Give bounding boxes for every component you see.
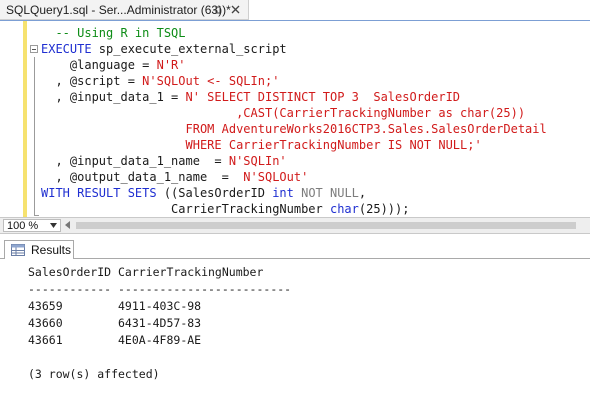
collapse-icon[interactable] — [30, 45, 38, 53]
chevron-down-icon — [50, 223, 57, 228]
code-token: ((SalesOrderID — [156, 186, 273, 200]
code-token: -- Using R in TSQL — [41, 26, 186, 40]
outline-guide — [34, 57, 35, 215]
code-line[interactable]: , @script = N'SQLOut <- SQLIn;' — [41, 73, 547, 89]
change-tracking-bar — [23, 21, 27, 217]
code-line[interactable]: -- Using R in TSQL — [41, 25, 547, 41]
code-token: , @input_data_1 = — [41, 90, 186, 104]
result-line: 43660 6431-4D57-83 — [28, 316, 202, 330]
code-token: (25))); — [358, 202, 410, 216]
code-token: , @script = — [41, 74, 143, 88]
code-line[interactable]: CarrierTrackingNumber char(25))); — [41, 201, 547, 217]
results-tab-strip: Results — [0, 234, 590, 259]
horizontal-scrollbar[interactable] — [64, 219, 584, 232]
result-line: 43659 4911-403C-98 — [28, 299, 202, 313]
code-token: , @input_data_1_name = — [41, 154, 229, 168]
code-line[interactable]: WITH RESULT SETS ((SalesOrderID int NOT … — [41, 185, 547, 201]
results-tab-divider — [0, 258, 4, 259]
code-token: char — [329, 202, 359, 216]
result-line: (3 row(s) affected) — [28, 367, 160, 381]
code-token: , @output_data_1_name = — [41, 170, 244, 184]
code-line[interactable]: FROM AdventureWorks2016CTP3.Sales.SalesO… — [41, 121, 547, 137]
query-tab[interactable]: SQLQuery1.sql - Ser...Administrator (63)… — [0, 0, 249, 20]
sql-code[interactable]: -- Using R in TSQL EXECUTE sp_execute_ext… — [41, 25, 547, 217]
tab-results[interactable]: Results — [4, 240, 74, 259]
results-tab-divider — [74, 258, 590, 259]
code-line[interactable]: , @input_data_1 = N' SELECT DISTINCT TOP… — [41, 89, 547, 105]
code-token: NOT NULL — [301, 186, 359, 200]
code-line[interactable]: WHERE CarrierTrackingNumber IS NOT NULL;… — [41, 137, 547, 153]
code-token: EXECUTE — [41, 42, 92, 56]
scrollbar-thumb[interactable] — [76, 222, 576, 229]
zoom-dropdown[interactable]: 100 % — [3, 219, 61, 232]
code-token: WHERE CarrierTrackingNumber IS NOT NULL;… — [41, 138, 482, 152]
code-token: N'SQLOut <- SQLIn;' — [142, 74, 280, 88]
results-tab-label: Results — [31, 243, 72, 257]
result-line: SalesOrderID CarrierTrackingNumber — [28, 265, 264, 279]
code-line[interactable]: , @output_data_1_name = N'SQLOut' — [41, 169, 547, 185]
code-token: N'SQLOut' — [243, 170, 309, 184]
code-token: int — [272, 186, 294, 200]
code-token: FROM AdventureWorks2016CTP3.Sales.SalesO… — [41, 122, 547, 136]
code-line[interactable]: , @input_data_1_name = N'SQLIn' — [41, 153, 547, 169]
code-line[interactable]: EXECUTE sp_execute_external_script — [41, 41, 547, 57]
code-token: N' SELECT DISTINCT TOP 3 SalesOrderID — [185, 90, 461, 104]
code-token: N'R' — [156, 58, 186, 72]
document-tab-strip: SQLQuery1.sql - Ser...Administrator (63)… — [0, 0, 590, 20]
code-token: CarrierTrackingNumber — [41, 202, 330, 216]
code-token: ,CAST(CarrierTrackingNumber as char(25)) — [41, 106, 526, 120]
grid-icon — [11, 244, 25, 256]
scroll-left-icon[interactable] — [64, 221, 71, 229]
outline-guide-end — [34, 215, 39, 216]
code-token: @language = — [41, 58, 157, 72]
results-text[interactable]: SalesOrderID CarrierTrackingNumber ------… — [28, 264, 291, 383]
result-line — [28, 349, 291, 366]
code-token: WITH RESULT SETS — [41, 186, 157, 200]
editor-status-bar: 100 % — [0, 217, 590, 234]
code-token: , — [358, 186, 367, 200]
close-icon[interactable] — [231, 5, 240, 14]
code-token: sp_execute_external_script — [91, 42, 287, 56]
code-token: N'SQLIn' — [228, 154, 287, 168]
pin-icon[interactable] — [212, 5, 222, 15]
result-line: ------------ ------------------------- — [28, 282, 292, 296]
result-line: 43661 4E0A-4F89-AE — [28, 333, 202, 347]
query-tab-title: SQLQuery1.sql - Ser...Administrator (63)… — [6, 3, 231, 17]
query-editor[interactable]: -- Using R in TSQL EXECUTE sp_execute_ext… — [0, 21, 590, 217]
code-line[interactable]: @language = N'R' — [41, 57, 547, 73]
zoom-level: 100 % — [7, 220, 39, 232]
code-line[interactable]: ,CAST(CarrierTrackingNumber as char(25)) — [41, 105, 547, 121]
